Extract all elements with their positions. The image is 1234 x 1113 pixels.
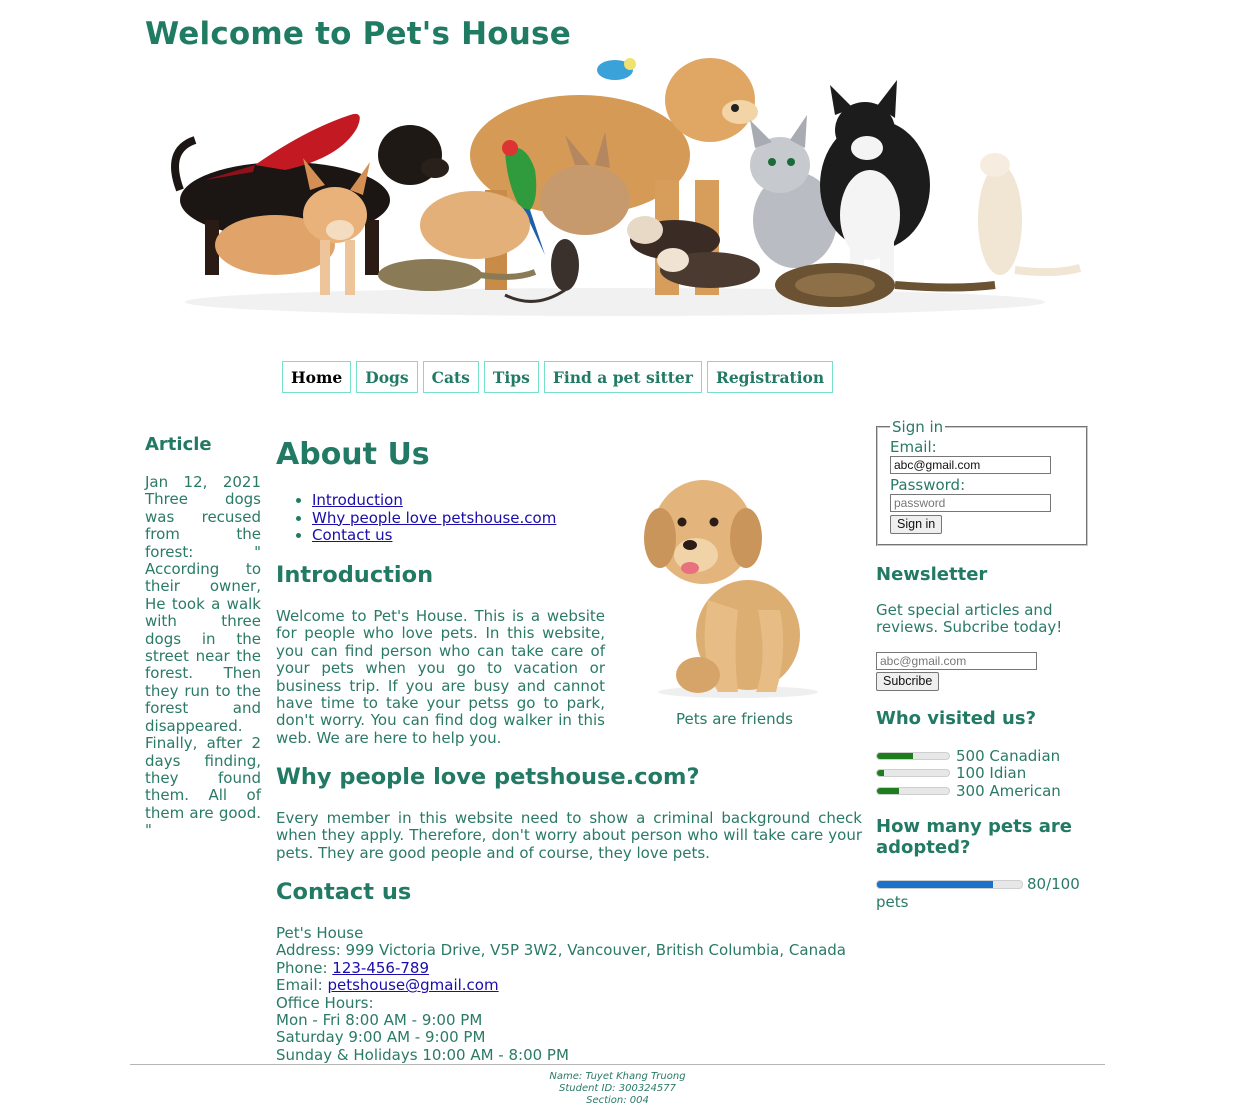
contact-phone-row: Phone: 123-456-789 [276, 958, 876, 977]
visitor-label: 100 Idian [956, 763, 1027, 782]
main-nav: Home Dogs Cats Tips Find a pet sitter Re… [282, 361, 834, 393]
footer-name: Name: Tuyet Khang Truong [549, 1071, 686, 1082]
nav-tips[interactable]: Tips [483, 361, 539, 393]
article-quote: " According to their owner, He took a wa… [145, 542, 261, 840]
why-text: Every member in this website need to sho… [276, 809, 862, 862]
toc-link-why[interactable]: Why people love petshouse.com [312, 509, 556, 527]
subscribe-button[interactable]: Subcribe [876, 672, 940, 691]
article-body: Jan 12, 2021 Three dogs was recused from… [145, 473, 261, 840]
toc-item: Contact us [312, 526, 556, 545]
phone-label: Phone: [276, 958, 333, 977]
visitors-heading: Who visited us? [876, 708, 1037, 729]
signin-password-field[interactable]: password [890, 494, 1051, 512]
signin-button[interactable]: Sign in [890, 515, 943, 534]
contact-info: Pet's House Address: 999 Victoria Drive,… [276, 924, 876, 1064]
footer-divider [130, 1064, 1105, 1065]
figure-caption: Pets are friends [676, 710, 793, 728]
signin-email-label: Email: [890, 438, 937, 456]
adoption-progress-bar [876, 880, 1023, 889]
contact-address: Address: 999 Victoria Drive, V5P 3W2, Va… [276, 941, 846, 960]
toc-item: Why people love petshouse.com [312, 509, 556, 528]
visitor-meter [876, 786, 950, 795]
footer: Name: Tuyet Khang Truong Student ID: 300… [430, 1071, 805, 1107]
visitor-meter [876, 751, 950, 760]
signin-form: Sign in Email: abc@gmail.com Password: p… [876, 418, 1088, 546]
adoption-progress: 80/100 pets [876, 875, 1086, 911]
signin-legend: Sign in [892, 418, 944, 436]
footer-student-id: Student ID: 300324577 [558, 1083, 676, 1094]
table-of-contents: Introduction Why people love petshouse.c… [296, 491, 556, 545]
intro-text: Welcome to Pet's House. This is a websit… [276, 607, 605, 747]
nav-registration[interactable]: Registration [706, 361, 834, 393]
nav-cats[interactable]: Cats [422, 361, 479, 393]
article-heading: Article [145, 434, 212, 455]
nav-home[interactable]: Home [282, 361, 352, 393]
nav-find-pet-sitter[interactable]: Find a pet sitter [543, 361, 702, 393]
adoption-unit: pets [876, 892, 909, 911]
page-title: About Us [276, 437, 430, 472]
adoption-heading: How many pets are adopted? [876, 816, 1072, 858]
contact-name: Pet's House [276, 924, 364, 942]
visitor-label: 300 American [956, 781, 1061, 800]
tuxedo-cat-figure [820, 80, 930, 290]
puppy-image [644, 480, 818, 698]
adoption-count: 80/100 [1027, 875, 1080, 893]
hours-weekday: Mon - Fri 8:00 AM - 9:00 PM [276, 1011, 483, 1030]
why-heading: Why people love petshouse.com? [276, 764, 700, 790]
contact-email-row: Email: petshouse@gmail.com [276, 977, 876, 994]
article-date: Jan 12, 2021 [145, 473, 261, 491]
signin-email-field[interactable]: abc@gmail.com [890, 456, 1051, 474]
nav-dogs[interactable]: Dogs [356, 361, 418, 393]
office-hours-label: Office Hours: [276, 993, 374, 1012]
visitor-label: 500 Canadian [956, 746, 1061, 765]
visitor-row-american: 300 American [876, 781, 1061, 800]
toc-item: Introduction [312, 491, 556, 510]
footer-section: Section: 004 [586, 1095, 649, 1106]
newsletter-heading: Newsletter [876, 564, 988, 585]
intro-heading: Introduction [276, 562, 434, 588]
contact-heading: Contact us [276, 879, 412, 905]
email-label: Email: [276, 976, 328, 995]
visitor-row-indian: 100 Idian [876, 763, 1027, 782]
newsletter-email-field[interactable]: abc@gmail.com [876, 652, 1037, 670]
article-headline: Three dogs was recused from the forest: [145, 490, 261, 561]
hours-sunday: Sunday & Holidays 10:00 AM - 8:00 PM [276, 1045, 569, 1064]
phone-link[interactable]: 123-456-789 [332, 959, 429, 977]
visitor-meter [876, 768, 950, 777]
hours-saturday: Saturday 9:00 AM - 9:00 PM [276, 1028, 486, 1047]
newsletter-text: Get special articles and reviews. Subcri… [876, 601, 1063, 637]
toc-link-introduction[interactable]: Introduction [312, 491, 403, 509]
hero-pets-image [171, 58, 1082, 316]
visitor-row-canadian: 500 Canadian [876, 746, 1061, 765]
toc-link-contact[interactable]: Contact us [312, 526, 392, 544]
signin-password-label: Password: [890, 476, 966, 494]
email-link[interactable]: petshouse@gmail.com [327, 976, 498, 994]
